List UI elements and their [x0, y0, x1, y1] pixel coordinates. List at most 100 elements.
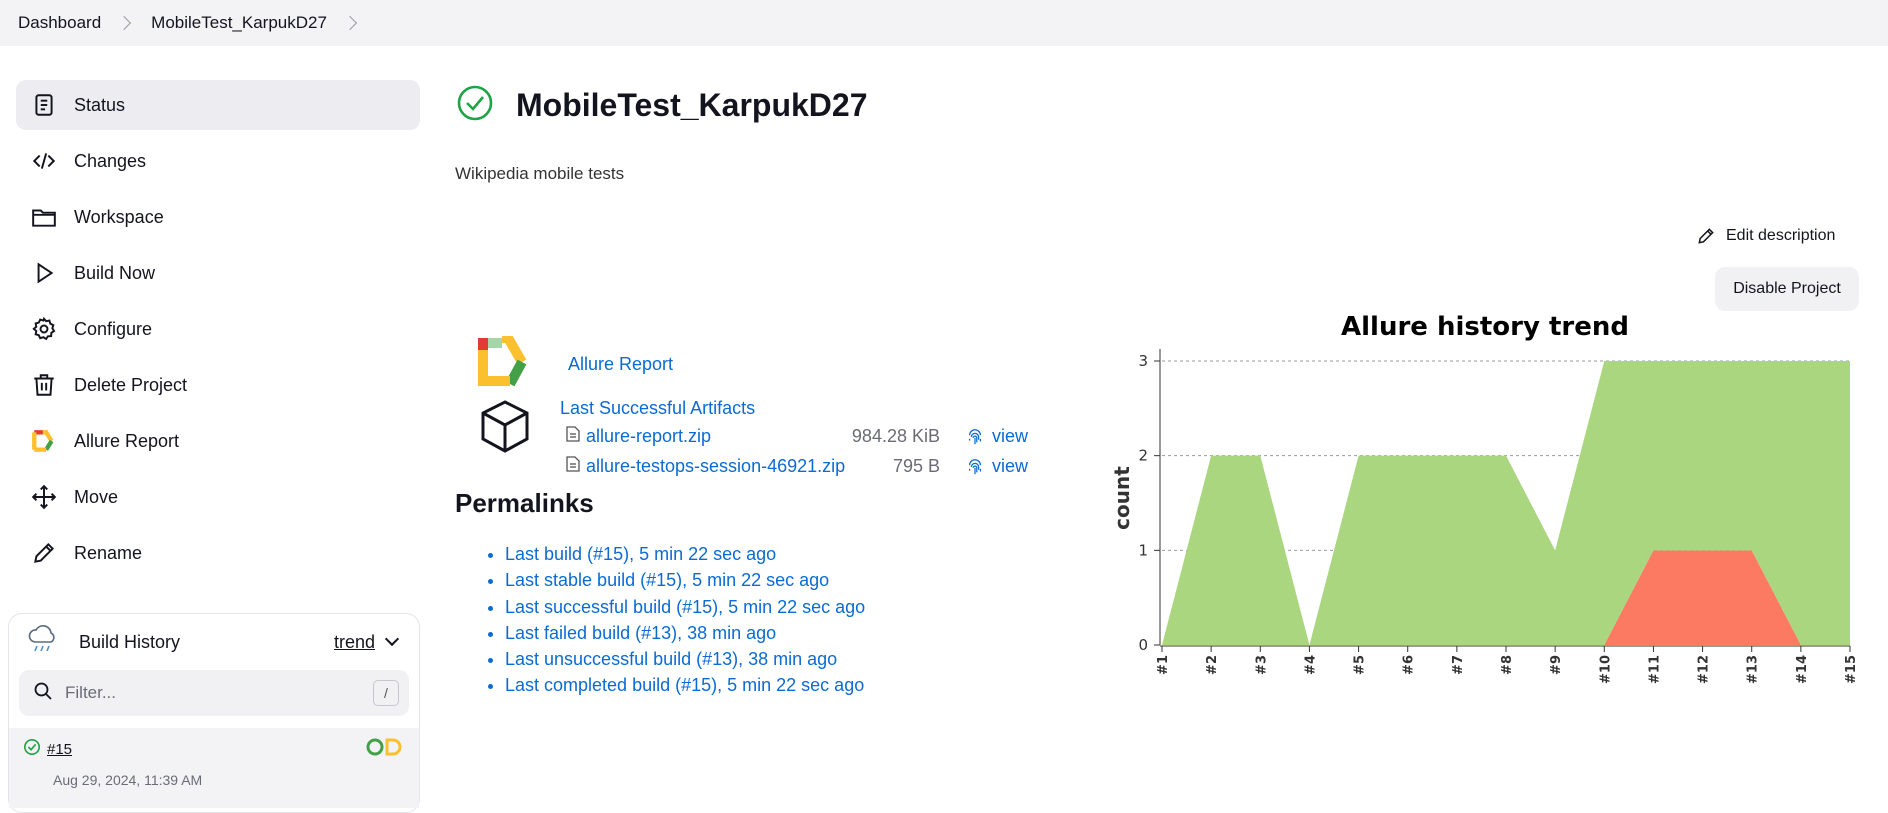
- permalink-last-successful[interactable]: Last successful build (#15), 5 min 22 se…: [505, 597, 865, 617]
- sidebar-item-workspace[interactable]: Workspace: [16, 192, 420, 242]
- sidebar-item-move[interactable]: Move: [16, 472, 420, 522]
- x-tick-label: #2: [1205, 655, 1220, 675]
- sidebar-item-label: Move: [74, 486, 119, 507]
- permalink-last-build[interactable]: Last build (#15), 5 min 22 sec ago: [505, 544, 776, 564]
- x-tick-label: #1: [1156, 655, 1171, 675]
- success-check-icon: [23, 738, 41, 760]
- y-tick-label: 3: [1138, 352, 1148, 370]
- permalink-item: Last successful build (#15), 5 min 22 se…: [505, 594, 865, 620]
- allure-report-link[interactable]: Allure Report: [568, 354, 673, 375]
- play-icon: [30, 259, 58, 287]
- trend-link[interactable]: trend: [334, 632, 375, 653]
- permalink-item: Last build (#15), 5 min 22 sec ago: [505, 541, 865, 567]
- build-number-link[interactable]: #15: [47, 741, 72, 758]
- x-tick-label: #8: [1500, 655, 1515, 675]
- artifact-view-link[interactable]: view: [966, 456, 1028, 477]
- sidebar-item-configure[interactable]: Configure: [16, 304, 420, 354]
- permalink-item: Last unsuccessful build (#13), 38 min ag…: [505, 646, 865, 672]
- breadcrumb-project[interactable]: MobileTest_KarpukD27: [151, 13, 327, 33]
- permalink-last-unsuccessful[interactable]: Last unsuccessful build (#13), 38 min ag…: [505, 649, 837, 669]
- artifact-link[interactable]: allure-report.zip: [586, 426, 711, 447]
- view-label[interactable]: view: [992, 456, 1028, 477]
- code-icon: [30, 147, 58, 175]
- keyboard-shortcut-badge: /: [373, 680, 399, 706]
- artifact-link[interactable]: allure-testops-session-46921.zip: [586, 456, 845, 477]
- x-tick-label: #4: [1303, 655, 1318, 675]
- permalink-item: Last stable build (#15), 5 min 22 sec ag…: [505, 567, 865, 593]
- build-row[interactable]: #15 Aug 29, 2024, 11:39 AM: [9, 728, 419, 808]
- sidebar-item-rename[interactable]: Rename: [16, 528, 420, 578]
- edit-description-link[interactable]: Edit description: [1696, 226, 1835, 246]
- sidebar-item-status[interactable]: Status: [16, 80, 420, 130]
- sidebar: Status Changes Workspace Build Now Confi…: [16, 80, 420, 584]
- allure-trend-chart[interactable]: Allure history trend count 0 1 2 3 #1 #2 #3 #4 #…: [1110, 306, 1870, 706]
- permalinks-section: Permalinks Last build (#15), 5 min 22 se…: [455, 488, 865, 699]
- sidebar-item-label: Allure Report: [74, 430, 180, 451]
- sidebar-item-label: Rename: [74, 542, 143, 563]
- sidebar-item-label: Configure: [74, 318, 153, 339]
- page-header: MobileTest_KarpukD27: [456, 84, 868, 127]
- permalink-last-failed[interactable]: Last failed build (#13), 38 min ago: [505, 623, 776, 643]
- build-history-title: Build History: [79, 631, 181, 652]
- sidebar-item-build-now[interactable]: Build Now: [16, 248, 420, 298]
- y-tick-label: 2: [1138, 447, 1148, 465]
- page-title: MobileTest_KarpukD27: [516, 87, 868, 123]
- x-tick-label: #9: [1549, 655, 1564, 675]
- build-date: Aug 29, 2024, 11:39 AM: [53, 772, 203, 788]
- pencil-icon: [30, 539, 58, 567]
- sidebar-item-label: Delete Project: [74, 374, 188, 395]
- pencil-icon: [1698, 228, 1714, 244]
- success-check-icon: [456, 84, 494, 127]
- breadcrumb: Dashboard MobileTest_KarpukD27: [0, 0, 1888, 46]
- x-tick-label: #11: [1647, 655, 1662, 684]
- package-cube-icon: [476, 398, 534, 461]
- gear-icon: [30, 315, 58, 343]
- x-tick-label: #7: [1451, 655, 1466, 675]
- permalink-last-completed[interactable]: Last completed build (#15), 5 min 22 sec…: [505, 675, 864, 695]
- chart-title: Allure history trend: [1341, 312, 1629, 342]
- x-tick-label: #12: [1697, 655, 1712, 684]
- search-icon: [33, 681, 53, 706]
- sidebar-item-allure-report[interactable]: Allure Report: [16, 416, 420, 466]
- allure-report-section: Allure Report: [476, 333, 673, 393]
- chevron-down-icon[interactable]: [384, 631, 400, 647]
- sidebar-item-changes[interactable]: Changes: [16, 136, 420, 186]
- file-icon: [566, 456, 580, 477]
- x-tick-label: #13: [1746, 655, 1761, 684]
- sidebar-item-label: Build Now: [74, 262, 156, 283]
- permalink-item: Last completed build (#15), 5 min 22 sec…: [505, 672, 865, 698]
- filter-placeholder: Filter...: [65, 683, 117, 702]
- x-tick-label: #14: [1795, 655, 1810, 684]
- edit-description-label: Edit description: [1726, 227, 1836, 244]
- artifact-row: allure-testops-session-46921.zip 795 B v…: [566, 456, 1028, 477]
- weather-rain-icon: [27, 624, 61, 661]
- artifact-row: allure-report.zip 984.28 KiB view: [566, 426, 1028, 447]
- x-tick-label: #10: [1598, 655, 1613, 684]
- x-tick-label: #5: [1353, 655, 1368, 675]
- build-filter-input[interactable]: Filter... /: [19, 670, 409, 716]
- trash-icon: [30, 371, 58, 399]
- disable-project-button[interactable]: Disable Project: [1715, 267, 1859, 311]
- sidebar-item-delete-project[interactable]: Delete Project: [16, 360, 420, 410]
- build-history-panel: Build History trend Filter... / #15 Aug …: [8, 613, 420, 813]
- x-tick-label: #15: [1844, 655, 1859, 684]
- chevron-right-icon: [117, 15, 132, 31]
- permalinks-list: Last build (#15), 5 min 22 sec ago Last …: [505, 541, 865, 699]
- last-successful-artifacts-link[interactable]: Last Successful Artifacts: [560, 398, 755, 419]
- sidebar-item-label: Workspace: [74, 206, 164, 227]
- artifact-view-link[interactable]: view: [966, 426, 1028, 447]
- y-tick-label: 0: [1138, 636, 1148, 654]
- sidebar-item-label: Status: [74, 94, 126, 115]
- chevron-right-icon[interactable]: [342, 15, 358, 31]
- sidebar-item-label: Changes: [74, 150, 147, 171]
- allure-logo-icon: [476, 333, 532, 393]
- permalink-last-stable[interactable]: Last stable build (#15), 5 min 22 sec ag…: [505, 570, 829, 590]
- artifact-size: 795 B: [892, 456, 940, 476]
- breadcrumb-dashboard[interactable]: Dashboard: [18, 13, 101, 33]
- view-label[interactable]: view: [992, 426, 1028, 447]
- fingerprint-icon: [968, 428, 982, 444]
- fingerprint-icon: [968, 458, 982, 474]
- permalinks-title: Permalinks: [455, 488, 594, 518]
- allure-badge-icon[interactable]: [365, 736, 405, 762]
- allure-logo-icon: [30, 427, 58, 455]
